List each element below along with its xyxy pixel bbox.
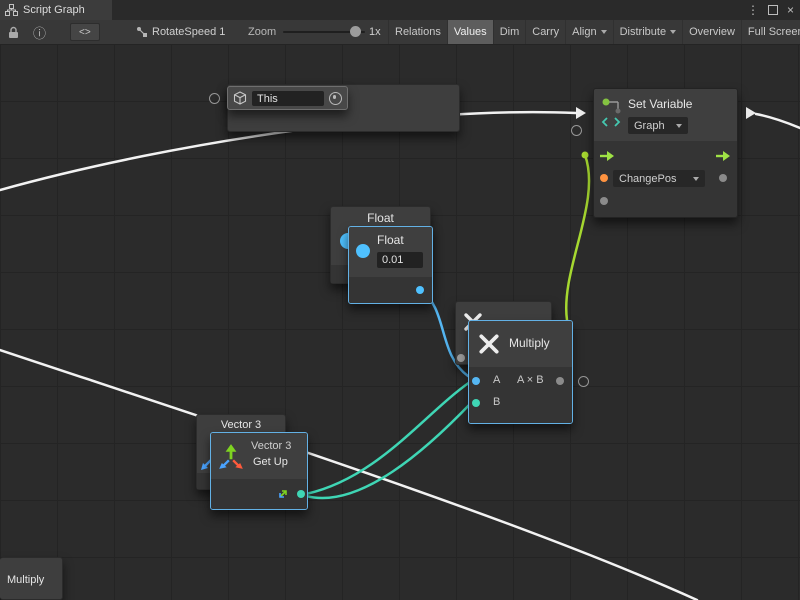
getup-subtitle: Get Up [253, 456, 288, 468]
values-label: Values [454, 26, 487, 38]
multiply-icon [478, 333, 500, 355]
dim-button[interactable]: Dim [493, 20, 526, 44]
this-value-field[interactable]: This [252, 91, 324, 106]
chevron-down-icon [676, 124, 682, 128]
flow-out-arrow-icon[interactable] [715, 150, 732, 162]
variable-kind-dropdown[interactable]: Graph [628, 117, 688, 134]
window-controls: ⋮ × [747, 0, 798, 20]
cube-icon [233, 91, 247, 105]
tab-label: Script Graph [23, 4, 85, 16]
dim-label: Dim [500, 26, 520, 38]
wire-endpoint-dot[interactable] [582, 152, 589, 159]
align-button[interactable]: Align [565, 20, 612, 44]
distribute-button[interactable]: Distribute [613, 20, 682, 44]
vector3-output-port[interactable] [297, 490, 305, 498]
vector3-icon [217, 442, 245, 470]
zoom-slider-handle[interactable] [350, 26, 361, 37]
carry-label: Carry [532, 26, 559, 38]
vector3-title: Vector 3 [251, 440, 291, 452]
set-variable-body: ChangePos [594, 141, 737, 217]
variable-kind-value: Graph [634, 120, 665, 132]
code-icon: <> [79, 27, 91, 38]
float-body [349, 277, 432, 303]
flow-in-arrow-icon[interactable] [599, 150, 616, 162]
zoom-value: 1x [369, 20, 381, 44]
chevron-down-icon [693, 177, 699, 181]
wire-control-right[interactable] [756, 114, 800, 128]
align-label: Align [572, 26, 596, 38]
corner-multiply-node[interactable]: Multiply [0, 557, 63, 600]
vector3-getup-node[interactable]: Vector 3 Get Up [210, 432, 308, 510]
multiply-ghost-port[interactable] [457, 354, 465, 362]
breadcrumb[interactable]: RotateSpeed 1 [152, 20, 225, 44]
set-variable-header[interactable]: Set Variable Graph [594, 89, 737, 141]
multiply-header[interactable]: Multiply [469, 321, 572, 367]
corner-multiply-title: Multiply [7, 574, 44, 586]
relations-button[interactable]: Relations [388, 20, 447, 44]
tab-script-graph[interactable]: Script Graph [0, 0, 112, 20]
distribute-label: Distribute [620, 26, 666, 38]
maximize-icon[interactable] [768, 5, 778, 15]
unity-visual-scripting-window: This Set Variable Graph [0, 0, 800, 600]
window-title-bar: Script Graph ⋮ × [0, 0, 800, 20]
variable-value-port[interactable] [600, 174, 608, 182]
multiply-body: A A × B B [469, 367, 572, 423]
graph-canvas[interactable]: This Set Variable Graph [0, 44, 800, 600]
overview-label: Overview [689, 26, 735, 38]
relations-label: Relations [395, 26, 441, 38]
multiply-port-b[interactable] [472, 399, 480, 407]
lock-icon [8, 26, 19, 39]
fallback-port[interactable] [600, 197, 608, 205]
set-variable-node[interactable]: Set Variable Graph ChangePos [593, 88, 738, 218]
zoom-label: Zoom [248, 20, 276, 44]
wire-multiply-to-setvariable[interactable] [566, 155, 589, 320]
fullscreen-button[interactable]: Full Screen [741, 20, 800, 44]
variable-name-dropdown[interactable]: ChangePos [613, 170, 705, 187]
variable-out-port[interactable] [719, 174, 727, 182]
wire-vector3-to-multiply-a[interactable] [306, 382, 470, 494]
code-view-button[interactable]: <> [70, 23, 100, 41]
info-icon: ⓘ [33, 23, 46, 42]
info-button[interactable]: ⓘ [33, 20, 46, 44]
toolbar-buttons: Relations Values Dim Carry Align Distrib… [388, 20, 800, 44]
float-ghost-title: Float [331, 211, 430, 225]
close-icon[interactable]: × [787, 4, 794, 16]
float-value-input[interactable]: 0.01 [377, 252, 423, 268]
carry-button[interactable]: Carry [525, 20, 565, 44]
float-output-port[interactable] [416, 286, 424, 294]
target-picker-icon[interactable] [329, 92, 342, 105]
float-title: Float [377, 233, 404, 247]
multiply-node[interactable]: Multiply A A × B B [468, 320, 573, 424]
float-type-icon [356, 244, 370, 258]
multiply-port-a[interactable] [472, 377, 480, 385]
graph-asset-button[interactable] [136, 20, 148, 44]
variable-name-value: ChangePos [619, 173, 677, 185]
set-variable-icon [601, 97, 623, 127]
values-button[interactable]: Values [447, 20, 493, 44]
vector-output-icon [277, 488, 289, 500]
fullscreen-label: Full Screen [748, 26, 800, 38]
vector3-body [211, 479, 307, 509]
vector3-header[interactable]: Vector 3 Get Up [211, 433, 307, 479]
float-header[interactable]: Float 0.01 [349, 227, 432, 277]
float-node[interactable]: Float 0.01 [348, 226, 433, 304]
vector3-ghost-title: Vector 3 [197, 419, 285, 431]
multiply-output-port[interactable] [556, 377, 564, 385]
multiply-port-b-label: B [493, 396, 500, 408]
multiply-result-label: A × B [517, 374, 544, 386]
overview-button[interactable]: Overview [682, 20, 741, 44]
wire-control-bottom[interactable] [0, 350, 697, 600]
script-graph-icon [5, 4, 18, 16]
set-variable-title: Set Variable [628, 97, 692, 111]
this-node[interactable]: This [227, 86, 348, 110]
multiply-title: Multiply [509, 336, 550, 350]
chevron-down-icon [670, 30, 676, 34]
lock-button[interactable] [8, 20, 19, 44]
multiply-port-a-label: A [493, 374, 500, 386]
graph-asset-icon [136, 26, 148, 38]
menu-icon[interactable]: ⋮ [747, 4, 759, 16]
graph-toolbar: ⓘ <> RotateSpeed 1 Zoom 1x Relations Val… [0, 20, 800, 45]
chevron-down-icon [601, 30, 607, 34]
